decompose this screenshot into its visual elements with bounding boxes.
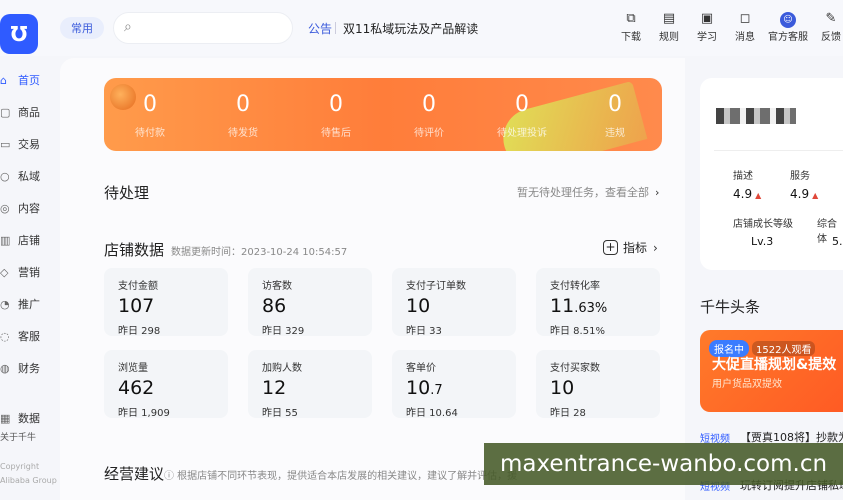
qianniu-logo[interactable]: Ʊ xyxy=(0,14,38,54)
top-tools: ⧉ 下载 ▤ 规则 ▣ 学习 ◻ 消息 ☺ 官方客服 ✎ 反馈 xyxy=(612,10,843,43)
metric-card-add-cart[interactable]: 加购人数 12 昨日 55 xyxy=(248,350,372,419)
store-name-blurred xyxy=(716,108,796,124)
service-icon: ☺ xyxy=(780,12,796,28)
metric-card-buyers[interactable]: 支付买家数 10 昨日 28 xyxy=(536,350,660,419)
advice-title: 经营建议 xyxy=(104,465,165,483)
about-link[interactable]: 关于千牛 xyxy=(0,430,36,443)
service-nav-icon: ◌ xyxy=(0,329,10,343)
feedback-icon: ✎ xyxy=(825,11,837,26)
nav-item-content[interactable]: ◎ 内容 xyxy=(0,198,40,218)
rating-desc-label: 描述 xyxy=(733,171,753,182)
nav-item-store[interactable]: ▥ 店铺 xyxy=(0,230,40,250)
feedback-button[interactable]: ✎ 反馈 xyxy=(812,10,843,43)
notice-link[interactable]: 双11私域玩法及产品解读 xyxy=(343,20,478,37)
home-icon: ⌂ xyxy=(0,73,7,87)
pending-title: 待处理 xyxy=(104,184,150,202)
plus-icon: + xyxy=(603,240,618,255)
stat-pending-aftersale[interactable]: 0 待售后 xyxy=(296,92,376,139)
notice-tag: 公告 xyxy=(308,22,333,36)
nav-item-data[interactable]: ▦ 数据 xyxy=(0,408,40,428)
update-time: 数据更新时间：2023-10-24 10:54:57 xyxy=(171,247,348,258)
learn-button[interactable]: ▣ 学习 xyxy=(688,10,726,43)
data-icon: ▦ xyxy=(0,411,11,425)
top-bar: Ʊ 常用 ⌕ 公告 双11私域玩法及产品解读 ⧉ 下载 ▤ 规则 ▣ 学习 ◻ 消息 ☺… xyxy=(0,0,843,56)
search-input[interactable]: ⌕ xyxy=(113,12,293,44)
profile-divider xyxy=(714,150,843,151)
private-icon: ○ xyxy=(0,169,10,183)
stat-pending-payment[interactable]: 0 待付款 xyxy=(110,92,190,139)
marketing-icon: ◇ xyxy=(0,265,9,279)
watermark: maxentrance-wanbo.com.cn xyxy=(484,443,843,485)
growth-level-value: Lv.3 xyxy=(751,235,774,248)
rating-service-value: 4.9 ▲ xyxy=(790,187,819,201)
frequent-button[interactable]: 常用 xyxy=(60,17,104,39)
content-icon: ◎ xyxy=(0,201,10,215)
metrics-button[interactable]: + 指标 › xyxy=(603,239,658,256)
rules-icon: ▤ xyxy=(662,11,676,26)
trend-up-icon: ▲ xyxy=(755,191,762,200)
nav-item-home[interactable]: ⌂ 首页 xyxy=(0,70,40,90)
search-icon: ⌕ xyxy=(124,19,132,35)
goods-icon: ▢ xyxy=(0,105,11,119)
store-icon: ▥ xyxy=(0,233,11,247)
advice-subtitle: ⓘ 根据店铺不同环节表现，提供适合本店发展的相关建议，建议了解并评估，援 xyxy=(164,471,518,482)
order-status-banner: 0 待付款 0 待发货 0 待售后 0 待评价 0 待处理投诉 0 违规 xyxy=(104,78,662,151)
nav-item-private[interactable]: ○ 私域 xyxy=(0,166,40,186)
copyright: Copyright Alibaba Group xyxy=(0,462,57,485)
overall-value: 5.0 xyxy=(832,235,843,248)
chevron-right-icon: › xyxy=(655,186,660,199)
rating-service-label: 服务 xyxy=(790,171,810,182)
pending-view-all-link[interactable]: 暂无待处理任务，查看全部 › xyxy=(517,184,659,200)
metric-card-unit-price[interactable]: 客单价 10.7 昨日 10.64 xyxy=(392,350,516,419)
rules-button[interactable]: ▤ 规则 xyxy=(650,10,688,43)
metric-card-pageviews[interactable]: 浏览量 462 昨日 1,909 xyxy=(104,350,228,419)
stat-pending-review[interactable]: 0 待评价 xyxy=(389,92,469,139)
official-service-button[interactable]: ☺ 官方客服 xyxy=(764,10,812,43)
nav-item-trade[interactable]: ▭ 交易 xyxy=(0,134,40,154)
metric-card-pay-amount[interactable]: 支付金额 107 昨日 298 xyxy=(104,268,228,337)
promotion-icon: ◔ xyxy=(0,297,10,311)
trade-icon: ▭ xyxy=(0,137,11,151)
nav-item-service[interactable]: ◌ 客服 xyxy=(0,326,40,346)
nav-item-goods[interactable]: ▢ 商品 xyxy=(0,102,40,122)
metric-card-conversion[interactable]: 支付转化率 11.63% 昨日 8.51% xyxy=(536,268,660,337)
store-data-title: 店铺数据 xyxy=(104,241,165,259)
nav-item-marketing[interactable]: ◇ 营销 xyxy=(0,262,40,282)
rating-desc-value: 4.9 ▲ xyxy=(733,187,762,201)
chevron-right-icon: › xyxy=(653,240,658,255)
nav-item-promotion[interactable]: ◔ 推广 xyxy=(0,294,40,314)
nav-item-finance[interactable]: ◍ 财务 xyxy=(0,358,40,378)
download-icon: ⧉ xyxy=(626,11,636,26)
stat-pending-ship[interactable]: 0 待发货 xyxy=(203,92,283,139)
promo-headline: 大促直播规划&提效 xyxy=(712,357,837,373)
growth-level-label: 店铺成长等级 xyxy=(733,219,793,230)
notice-divider xyxy=(335,22,336,34)
stat-violation[interactable]: 0 违规 xyxy=(575,92,655,139)
messages-button[interactable]: ◻ 消息 xyxy=(726,10,764,43)
promo-subtitle: 用户货品双提效 xyxy=(712,379,782,390)
message-icon: ◻ xyxy=(739,11,751,26)
metric-card-visitors[interactable]: 访客数 86 昨日 329 xyxy=(248,268,372,337)
trend-up-icon: ▲ xyxy=(812,191,819,200)
learn-icon: ▣ xyxy=(700,11,714,26)
stat-pending-complaint[interactable]: 0 待处理投诉 xyxy=(482,92,562,139)
download-button[interactable]: ⧉ 下载 xyxy=(612,10,650,43)
qianniu-headlines-title: 千牛头条 xyxy=(700,298,761,316)
finance-icon: ◍ xyxy=(0,361,10,375)
metric-card-sub-orders[interactable]: 支付子订单数 10 昨日 33 xyxy=(392,268,516,337)
